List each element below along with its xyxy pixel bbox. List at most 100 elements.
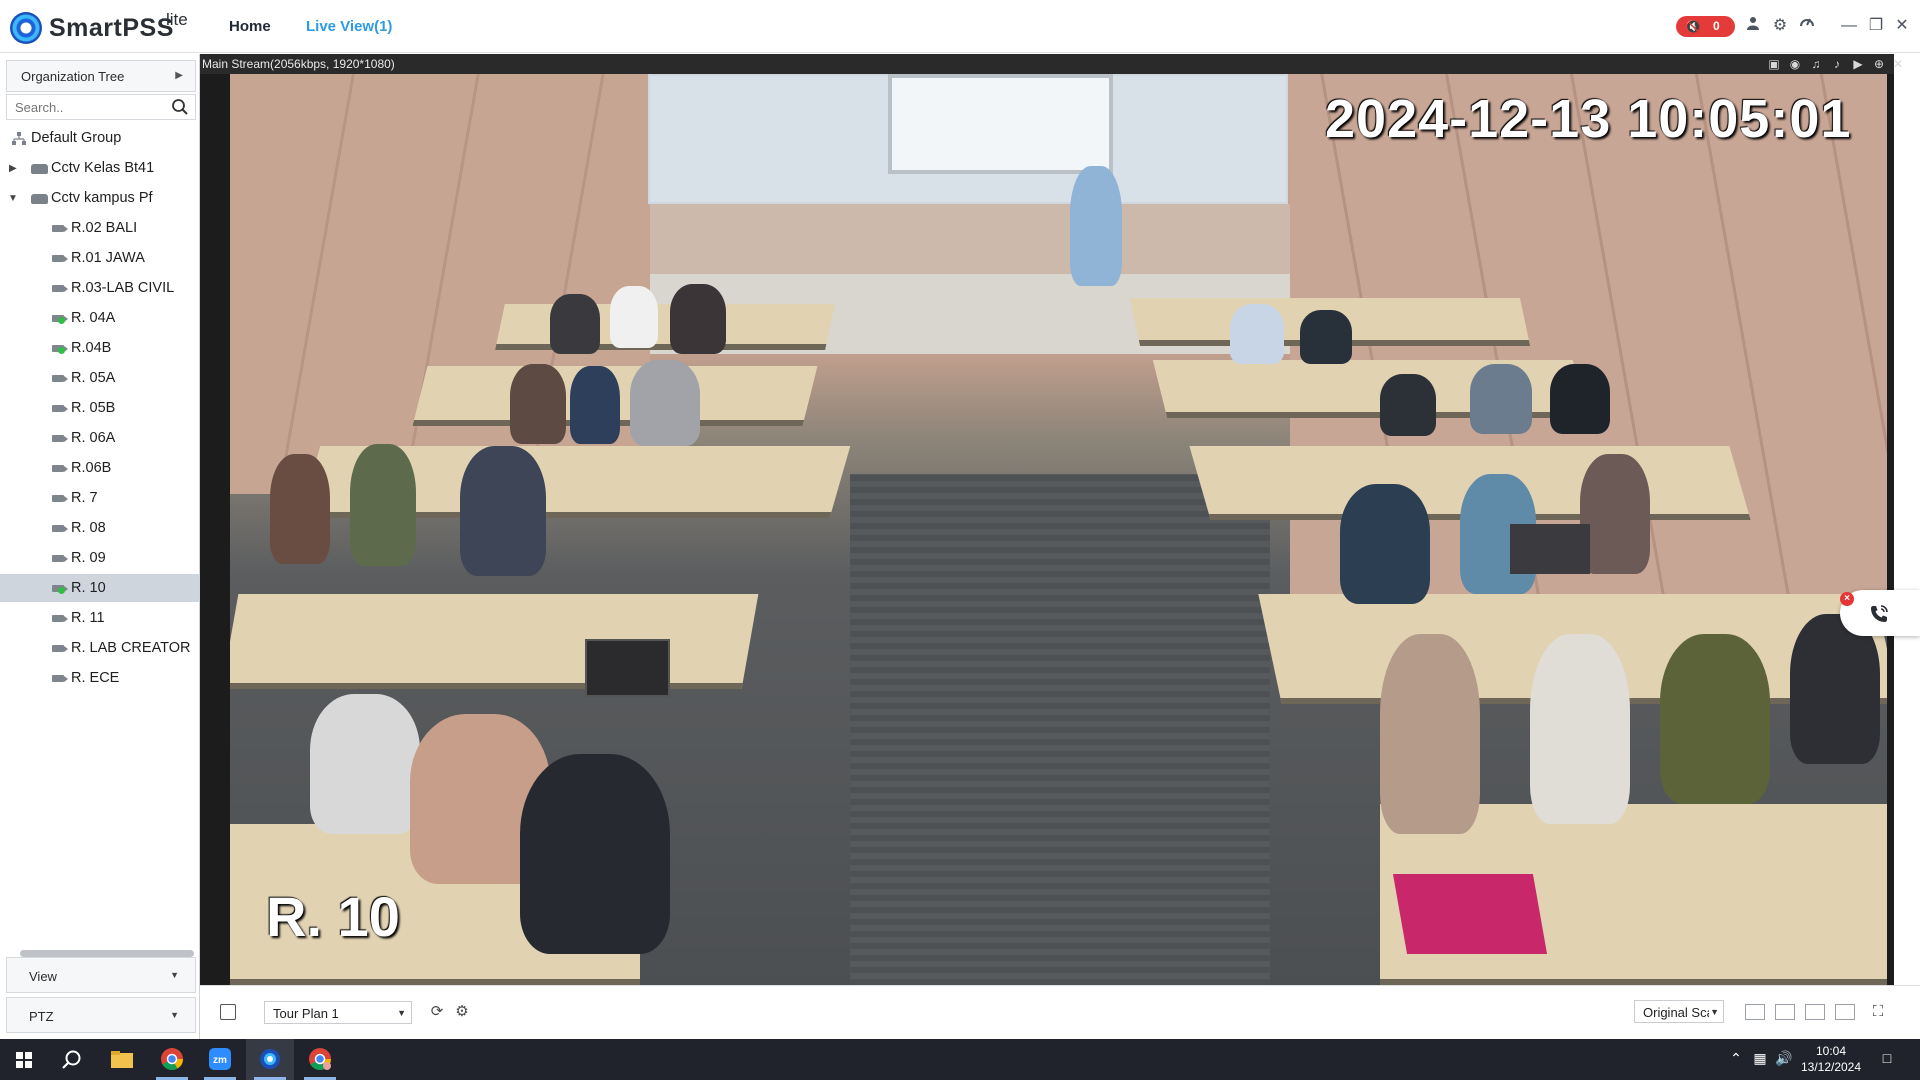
audio-icon[interactable]: ♫ — [1808, 56, 1824, 72]
tree-channel-label: R.02 BALI — [71, 220, 138, 236]
smartpss-icon[interactable] — [246, 1039, 294, 1080]
tree-channel-label: R. 11 — [71, 610, 105, 626]
expand-arrow-icon[interactable]: ▶ — [9, 163, 17, 174]
tree-channel-item[interactable]: R. ECE — [0, 664, 199, 692]
whiteboard — [888, 74, 1113, 174]
tree-channel-item[interactable]: R. 05B — [0, 394, 199, 422]
nvr-device-icon — [31, 194, 48, 204]
tour-plan-select[interactable]: Tour Plan 1 ▼ — [264, 1001, 412, 1024]
tree-channel-label: R. 06A — [71, 430, 116, 446]
tour-settings-icon[interactable]: ⚙ — [453, 1003, 471, 1021]
chrome-icon[interactable] — [148, 1039, 196, 1080]
collapse-arrow-icon[interactable]: ▼ — [8, 193, 18, 204]
record-icon[interactable]: ▶ — [1850, 56, 1866, 72]
windows-taskbar: zm ⌃ ▦ 🔊 10:04 13/12/2024 □ — [0, 1039, 1920, 1080]
tab-home[interactable]: Home — [229, 18, 271, 35]
tree-channel-item[interactable]: R. 11 — [0, 604, 199, 632]
ptz-section[interactable]: PTZ ▼ — [6, 997, 196, 1033]
camera-icon — [52, 285, 68, 292]
tree-channel-item[interactable]: R. 7 — [0, 484, 199, 512]
tree-channel-item[interactable]: R. 10 — [0, 574, 199, 602]
camera-icon — [52, 375, 68, 382]
chevron-down-icon: ▼ — [1710, 1007, 1719, 1017]
save-view-icon[interactable] — [220, 1004, 236, 1020]
notifications-icon[interactable]: □ — [1878, 1050, 1896, 1066]
live-video-window[interactable]: Main Stream(2056kbps, 1920*1080) ▣ ◉ ♫ ♪… — [200, 54, 1903, 985]
performance-gauge-icon[interactable] — [1795, 14, 1819, 38]
camera-icon — [52, 555, 68, 562]
custom-layout-icon[interactable] — [1835, 1004, 1855, 1020]
tab-live-view[interactable]: Live View(1) — [306, 18, 392, 35]
close-window-icon[interactable]: ✕ — [1890, 14, 1914, 38]
tour-plan-value: Tour Plan 1 — [273, 1006, 339, 1021]
tree-channel-item[interactable]: R. 08 — [0, 514, 199, 542]
tree-channel-item[interactable]: R.02 BALI — [0, 214, 199, 242]
zoom-icon[interactable]: ⊕ — [1871, 56, 1887, 72]
window-icon[interactable]: ▣ — [1766, 56, 1782, 72]
tree-channel-item[interactable]: R. LAB CREATOR — [0, 634, 199, 662]
phone-call-icon[interactable] — [1868, 603, 1890, 625]
organization-tree-header[interactable]: Organization Tree ▶ — [6, 60, 196, 92]
mic-icon[interactable]: ♪ — [1829, 56, 1845, 72]
tour-start-icon[interactable]: ⟳ — [428, 1003, 446, 1021]
chrome-profile-icon[interactable] — [296, 1039, 344, 1080]
tree-channel-item[interactable]: R. 05A — [0, 364, 199, 392]
volume-icon[interactable]: 🔊 — [1775, 1050, 1793, 1067]
tree-device-cctv-kampus-pf[interactable]: ▼ Cctv kampus Pf — [0, 184, 199, 212]
tree-channel-item[interactable]: R.01 JAWA — [0, 244, 199, 272]
fullscreen-icon[interactable]: ⛶ — [1869, 1003, 1887, 1021]
zoom-app-icon[interactable]: zm — [196, 1039, 244, 1080]
tree-channel-item[interactable]: R.06B — [0, 454, 199, 482]
view-section[interactable]: View ▼ — [6, 957, 196, 993]
layout-16-split-icon[interactable] — [1805, 1004, 1825, 1020]
nvr-device-icon — [31, 164, 48, 174]
device-sidebar: Organization Tree ▶ Default Group ▶ Cctv… — [0, 54, 200, 1039]
file-explorer-icon[interactable] — [98, 1039, 146, 1080]
windows-start-icon[interactable] — [0, 1039, 48, 1080]
device-search — [6, 94, 196, 120]
smartpss-logo-icon — [10, 12, 42, 44]
tree-root-default-group[interactable]: Default Group — [0, 124, 199, 152]
show-hidden-icons-icon[interactable]: ⌃ — [1727, 1050, 1745, 1067]
chevron-down-icon: ▼ — [170, 970, 179, 980]
video-scale-select[interactable]: Original Scale ▼ — [1634, 1000, 1724, 1023]
search-icon[interactable] — [171, 98, 189, 116]
app-brand-suffix: lite — [166, 10, 188, 29]
tree-channel-label: R.06B — [71, 460, 112, 476]
tree-channel-item[interactable]: R.03-LAB CIVIL — [0, 274, 199, 302]
snapshot-icon[interactable]: ◉ — [1787, 56, 1803, 72]
search-input[interactable] — [15, 98, 165, 117]
system-clock[interactable]: 10:04 13/12/2024 — [1800, 1043, 1862, 1075]
org-group-icon — [12, 132, 26, 145]
tree-channel-item[interactable]: R.04B — [0, 334, 199, 362]
tree-channel-item[interactable]: R. 04A — [0, 304, 199, 332]
tree-node-label: Cctv Kelas Bt41 — [51, 160, 155, 176]
search-icon[interactable] — [48, 1039, 96, 1080]
ptz-section-label: PTZ — [29, 1009, 54, 1024]
tree-channel-label: R. 05B — [71, 400, 116, 416]
chevron-down-icon: ▼ — [170, 1010, 179, 1020]
tree-channel-label: R. 10 — [71, 580, 106, 596]
settings-gear-icon[interactable]: ⚙ — [1768, 14, 1792, 38]
restore-window-icon[interactable]: ❐ — [1864, 14, 1888, 38]
network-icon[interactable]: ▦ — [1751, 1050, 1769, 1067]
camera-icon — [52, 495, 68, 502]
tree-device-cctv-kelas-bt41[interactable]: ▶ Cctv Kelas Bt41 — [0, 154, 199, 182]
close-icon[interactable]: × — [1840, 592, 1854, 606]
tree-channel-item[interactable]: R. 06A — [0, 424, 199, 452]
tree-channel-item[interactable]: R. 09 — [0, 544, 199, 572]
osd-channel-name: R. 10 — [266, 885, 400, 948]
camera-icon — [52, 645, 68, 652]
camera-online-icon — [52, 585, 68, 594]
tree-horizontal-scrollbar[interactable] — [20, 950, 194, 957]
svg-text:zm: zm — [213, 1055, 227, 1066]
alarm-badge[interactable]: 🔇 0 — [1676, 16, 1735, 37]
layout-4-split-icon[interactable] — [1745, 1004, 1765, 1020]
minimize-icon[interactable]: — — [1837, 14, 1861, 38]
user-icon[interactable] — [1741, 14, 1765, 38]
live-view-toolbar: Tour Plan 1 ▼ ⟳ ⚙ Original Scale ▼ ⛶ — [200, 985, 1920, 1039]
camera-icon — [52, 435, 68, 442]
layout-9-split-icon[interactable] — [1775, 1004, 1795, 1020]
tree-channel-label: R. 05A — [71, 370, 116, 386]
close-video-icon[interactable]: ✕ — [1890, 56, 1906, 72]
